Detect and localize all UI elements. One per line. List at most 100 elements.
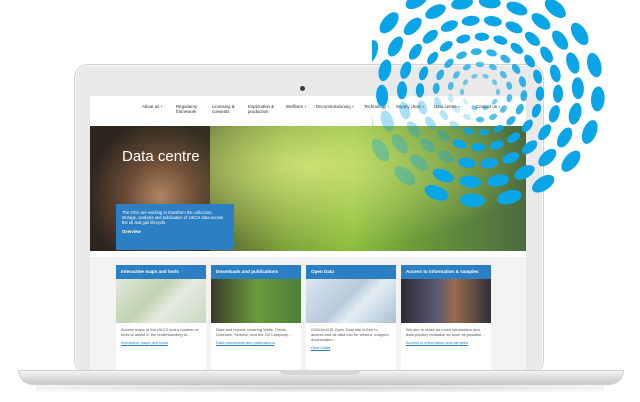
- logo-dot: [489, 113, 498, 120]
- logo-dot: [420, 138, 436, 153]
- card-link[interactable]: Access to information and samples: [401, 337, 491, 348]
- logo-dot: [552, 84, 564, 103]
- card-interactive-maps[interactable]: Interactive maps and tools Access maps o…: [116, 265, 206, 373]
- logo-dot: [524, 54, 535, 68]
- nav-item-licensing[interactable]: Licensing & consents: [212, 104, 235, 114]
- logo-dot: [497, 189, 522, 205]
- logo-dot: [507, 132, 521, 144]
- logo-dot: [471, 73, 478, 79]
- logo-dot: [408, 43, 422, 60]
- logo-dot: [447, 81, 454, 91]
- logo-dot: [415, 83, 425, 98]
- logo-dot: [486, 49, 497, 57]
- card-title: Access to information & samples: [401, 265, 491, 279]
- oga-swirl-logo-icon: [372, 0, 605, 208]
- logo-dot: [475, 116, 485, 123]
- logo-dot: [400, 61, 412, 79]
- logo-dot: [535, 86, 545, 101]
- logo-dot: [470, 142, 486, 152]
- logo-dot: [581, 120, 598, 144]
- overview-link[interactable]: Overview: [122, 229, 228, 234]
- card-link[interactable]: Data downloads and publications: [211, 337, 301, 348]
- logo-dot: [500, 54, 511, 64]
- card-access-info[interactable]: Access to information & samples We aim t…: [401, 265, 491, 373]
- logo-dot: [422, 29, 438, 44]
- logo-dot: [571, 77, 584, 100]
- logo-dot: [456, 51, 467, 60]
- logo-dot: [492, 79, 498, 86]
- logo-dot: [475, 61, 485, 68]
- card-title: Open Data: [306, 265, 396, 279]
- logo-dot: [549, 64, 561, 83]
- logo-dot: [380, 110, 394, 132]
- card-description: Access maps of the UKCS and a number of …: [121, 327, 199, 337]
- logo-dot: [506, 1, 528, 16]
- card-link[interactable]: Interactive maps and tools: [116, 337, 206, 348]
- logo-dot: [470, 48, 482, 56]
- logo-dot: [372, 40, 379, 64]
- logo-dot: [552, 30, 569, 50]
- logo-dot: [532, 174, 555, 193]
- logo-dot: [372, 106, 373, 132]
- logo-dot: [487, 174, 509, 187]
- logo-dot: [425, 116, 436, 130]
- logo-dot: [524, 31, 540, 46]
- logo-dot: [463, 113, 472, 121]
- logo-dot: [531, 103, 542, 118]
- logo-dot: [557, 127, 573, 148]
- card-downloads[interactable]: Downloads and publications Data and repo…: [211, 265, 301, 373]
- nav-item-wellbore[interactable]: Wellbore ▾: [286, 104, 307, 109]
- laptop-shadow: [36, 384, 604, 392]
- card-title: Downloads and publications: [211, 265, 301, 279]
- logo-dot: [566, 52, 580, 74]
- logo-dot: [372, 138, 390, 162]
- logo-dot: [499, 70, 507, 79]
- logo-dot: [493, 35, 508, 45]
- card-open-data[interactable]: Open Data OGA ArcGIS Open Data site is f…: [306, 265, 396, 373]
- logo-dot: [453, 105, 461, 114]
- logo-dot: [387, 36, 403, 57]
- logo-dot: [453, 71, 460, 79]
- logo-dot: [510, 42, 524, 54]
- card-description: OGA ArcGIS Open Data site is free to acc…: [311, 327, 390, 342]
- logo-dot: [459, 175, 482, 188]
- logo-dot: [396, 81, 408, 100]
- logo-dot: [447, 94, 454, 103]
- logo-dot: [437, 150, 455, 163]
- logo-dot: [403, 17, 422, 36]
- logo-dot: [587, 52, 602, 78]
- logo-dot: [506, 81, 513, 90]
- card-description: We aim to make as much information and d…: [406, 327, 485, 337]
- card-link[interactable]: Open Data: [306, 342, 396, 353]
- logo-dot: [488, 63, 497, 71]
- logo-dot: [432, 168, 454, 183]
- logo-dot: [424, 185, 449, 201]
- logo-dot: [478, 0, 501, 9]
- logo-dot: [444, 58, 454, 68]
- logo-dot: [452, 139, 467, 149]
- logo-dot: [456, 34, 471, 44]
- logo-dot: [570, 22, 589, 46]
- logo-dot: [500, 105, 507, 113]
- logo-dot: [391, 134, 408, 154]
- logo-dot: [561, 150, 581, 172]
- logo-dot: [462, 98, 468, 105]
- samples-photo: [401, 279, 491, 323]
- logo-dot: [432, 82, 440, 94]
- camera-icon: [300, 86, 305, 91]
- nav-item-exploration[interactable]: Exploration & production: [248, 104, 274, 114]
- logo-dot: [511, 63, 521, 74]
- logo-dot: [418, 66, 429, 81]
- laptop-notch: [280, 370, 360, 375]
- nav-item-decommissioning[interactable]: Decommissioning ▾: [316, 104, 354, 109]
- logo-dot: [462, 64, 471, 71]
- nav-item-regulatory[interactable]: Regulatory framework: [176, 104, 197, 114]
- logo-dot: [483, 16, 502, 27]
- logo-dot: [506, 93, 513, 103]
- logo-dot: [409, 154, 429, 171]
- logo-dot: [514, 165, 535, 180]
- logo-dot: [471, 105, 478, 111]
- nav-item-about[interactable]: About us ▾: [142, 104, 163, 109]
- logo-dot: [489, 140, 504, 150]
- logo-dot: [461, 15, 480, 26]
